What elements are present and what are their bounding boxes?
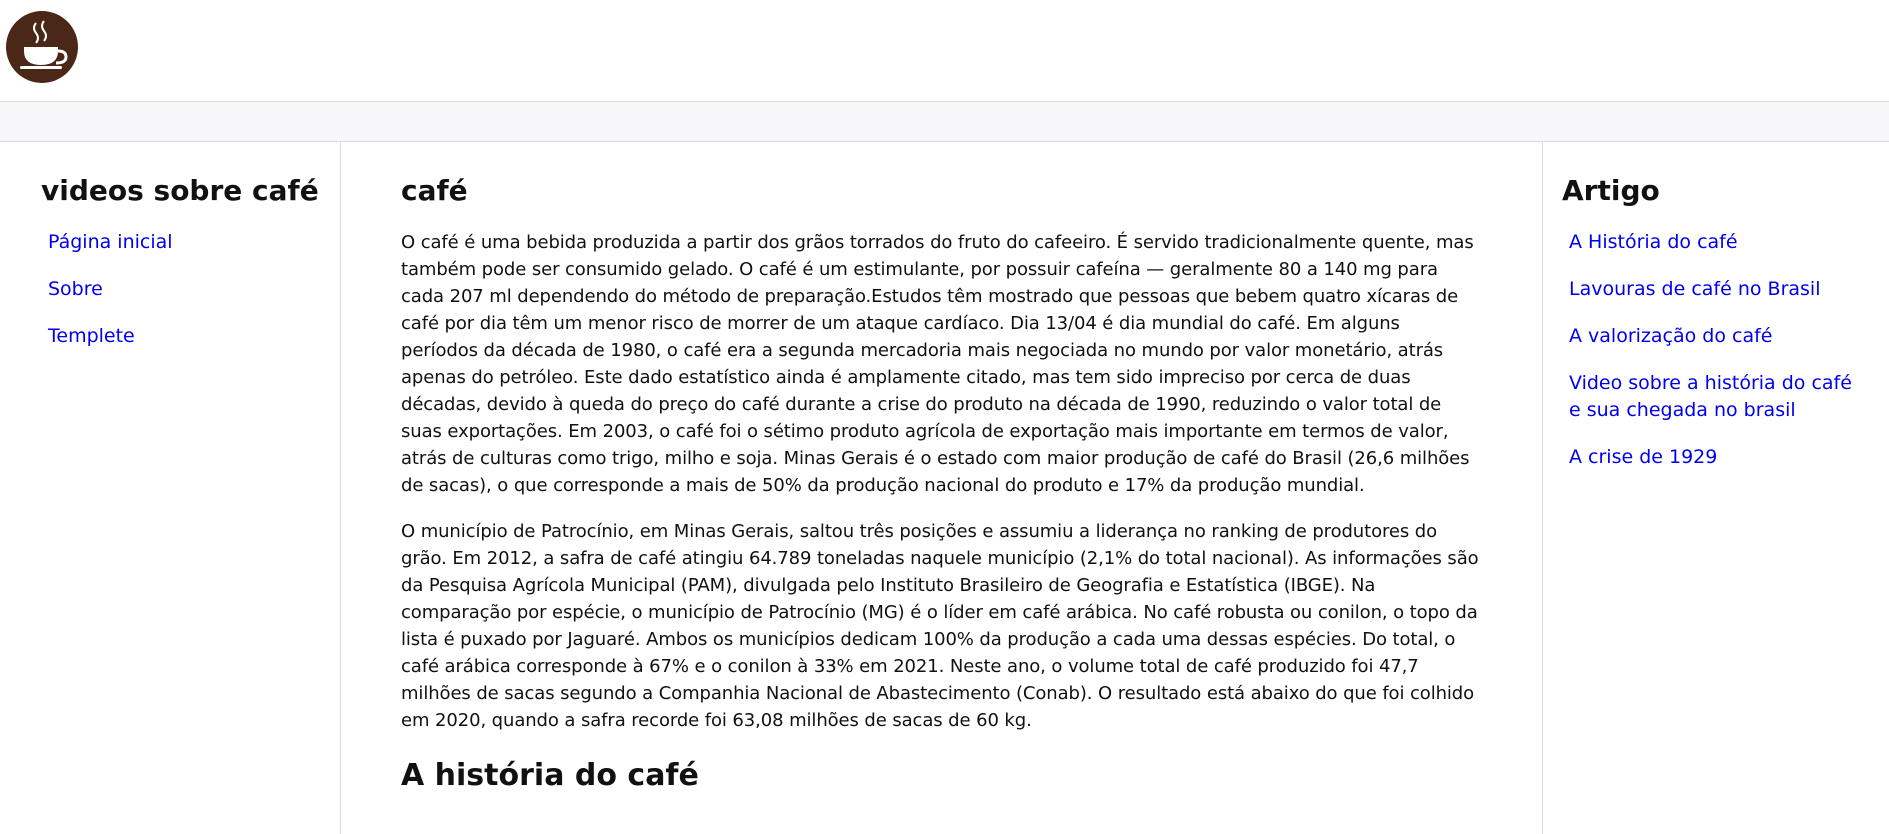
page-layout: videos sobre café Página inicial Sobre T… [0,142,1889,834]
left-sidebar: videos sobre café Página inicial Sobre T… [0,142,341,834]
left-sidebar-nav: Página inicial Sobre Templete [41,229,340,350]
left-sidebar-title: videos sobre café [41,174,319,207]
top-header [0,0,1889,102]
main-content: café O café é uma bebida produzida a par… [341,142,1542,834]
article-link-history[interactable]: A História do café [1562,229,1869,256]
logo[interactable] [6,11,78,83]
section-title: A história do café [401,757,699,793]
navigation-bar [0,102,1889,142]
article-nav: A História do café Lavouras de café no B… [1562,229,1869,471]
sidebar-link-template[interactable]: Templete [41,323,340,350]
right-sidebar-title: Artigo [1562,174,1660,207]
article-link-crisis[interactable]: A crise de 1929 [1562,444,1869,471]
coffee-cup-icon [20,20,68,69]
sidebar-link-about[interactable]: Sobre [41,276,340,303]
paragraph: O município de Patrocínio, em Minas Gera… [401,520,1479,731]
sidebar-link-home[interactable]: Página inicial [41,229,340,256]
right-sidebar: Artigo A História do café Lavouras de ca… [1542,142,1889,834]
article-link-plantations[interactable]: Lavouras de café no Brasil [1562,276,1869,303]
page-title: café [401,174,468,207]
article-link-valorization[interactable]: A valorização do café [1562,323,1869,350]
paragraph: O café é uma bebida produzida a partir d… [401,231,1474,496]
article-link-video[interactable]: Video sobre a história do café e sua che… [1562,370,1869,424]
